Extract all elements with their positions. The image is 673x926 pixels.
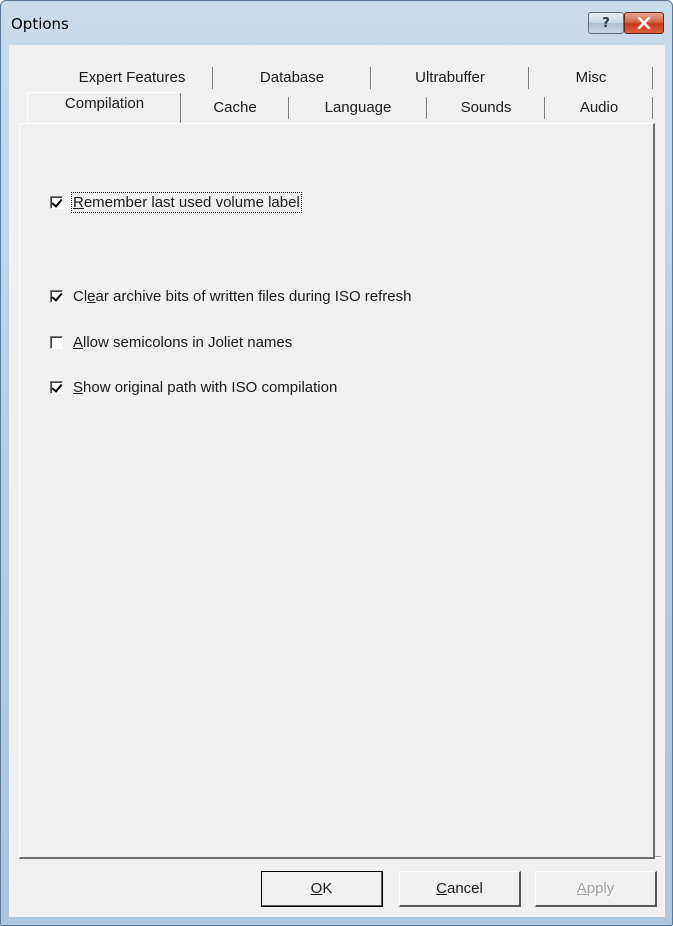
remember-volume-label-text: Remember last used volume label bbox=[71, 192, 302, 213]
window-title: Options bbox=[11, 15, 69, 33]
tab-strip: Expert Features Database Ultrabuffer Mis… bbox=[9, 45, 665, 125]
dialog-client: Expert Features Database Ultrabuffer Mis… bbox=[9, 45, 665, 917]
show-original-path-text: Show original path with ISO compilation bbox=[73, 379, 338, 396]
apply-button[interactable]: Apply bbox=[535, 871, 657, 907]
close-x-icon bbox=[637, 17, 651, 29]
close-button[interactable] bbox=[624, 12, 664, 34]
tab-label: Misc bbox=[575, 68, 607, 86]
allow-semicolons-checkbox[interactable] bbox=[50, 336, 63, 349]
tab-ultrabuffer[interactable]: Ultrabuffer bbox=[371, 65, 529, 89]
tab-label: Audio bbox=[579, 98, 619, 116]
cancel-label: Cancel bbox=[436, 880, 483, 897]
remember-volume-label-option[interactable]: Remember last used volume label bbox=[50, 192, 302, 213]
help-button[interactable]: ? bbox=[588, 12, 624, 34]
ok-label: OK bbox=[310, 880, 333, 897]
title-bar[interactable]: Options ? bbox=[1, 1, 672, 45]
tab-label: Expert Features bbox=[78, 68, 186, 86]
clear-archive-bits-option[interactable]: Clear archive bits of written files duri… bbox=[50, 288, 411, 305]
allow-semicolons-text: Allow semicolons in Joliet names bbox=[73, 334, 293, 351]
clear-archive-bits-text: Clear archive bits of written files duri… bbox=[73, 288, 412, 305]
tab-sounds[interactable]: Sounds bbox=[427, 95, 545, 119]
remember-volume-label-checkbox[interactable] bbox=[50, 196, 63, 209]
tab-label: Cache bbox=[213, 98, 257, 116]
apply-label: Apply bbox=[576, 880, 615, 897]
tab-label: Sounds bbox=[460, 98, 512, 116]
options-dialog: Options ? Expert Features Database Ultra… bbox=[0, 0, 673, 926]
tab-label: Database bbox=[259, 68, 325, 86]
clear-archive-bits-checkbox[interactable] bbox=[50, 290, 63, 303]
tab-database[interactable]: Database bbox=[213, 65, 371, 89]
tab-label: Compilation bbox=[64, 95, 145, 112]
tab-audio[interactable]: Audio bbox=[545, 95, 653, 119]
tab-label: Ultrabuffer bbox=[415, 68, 485, 86]
cancel-button[interactable]: Cancel bbox=[399, 871, 521, 907]
ok-button[interactable]: OK bbox=[261, 871, 383, 907]
tab-compilation[interactable]: Compilation bbox=[27, 92, 181, 123]
tab-cache[interactable]: Cache bbox=[181, 95, 289, 119]
show-original-path-option[interactable]: Show original path with ISO compilation bbox=[50, 379, 337, 396]
tab-expert-features[interactable]: Expert Features bbox=[51, 65, 213, 89]
compilation-panel: Remember last used volume label Clear ar… bbox=[19, 123, 655, 859]
show-original-path-checkbox[interactable] bbox=[50, 381, 63, 394]
allow-semicolons-option[interactable]: Allow semicolons in Joliet names bbox=[50, 334, 292, 351]
help-icon: ? bbox=[602, 15, 610, 31]
tab-misc[interactable]: Misc bbox=[529, 65, 653, 89]
tab-language[interactable]: Language bbox=[289, 95, 427, 119]
tab-label: Language bbox=[324, 98, 392, 116]
